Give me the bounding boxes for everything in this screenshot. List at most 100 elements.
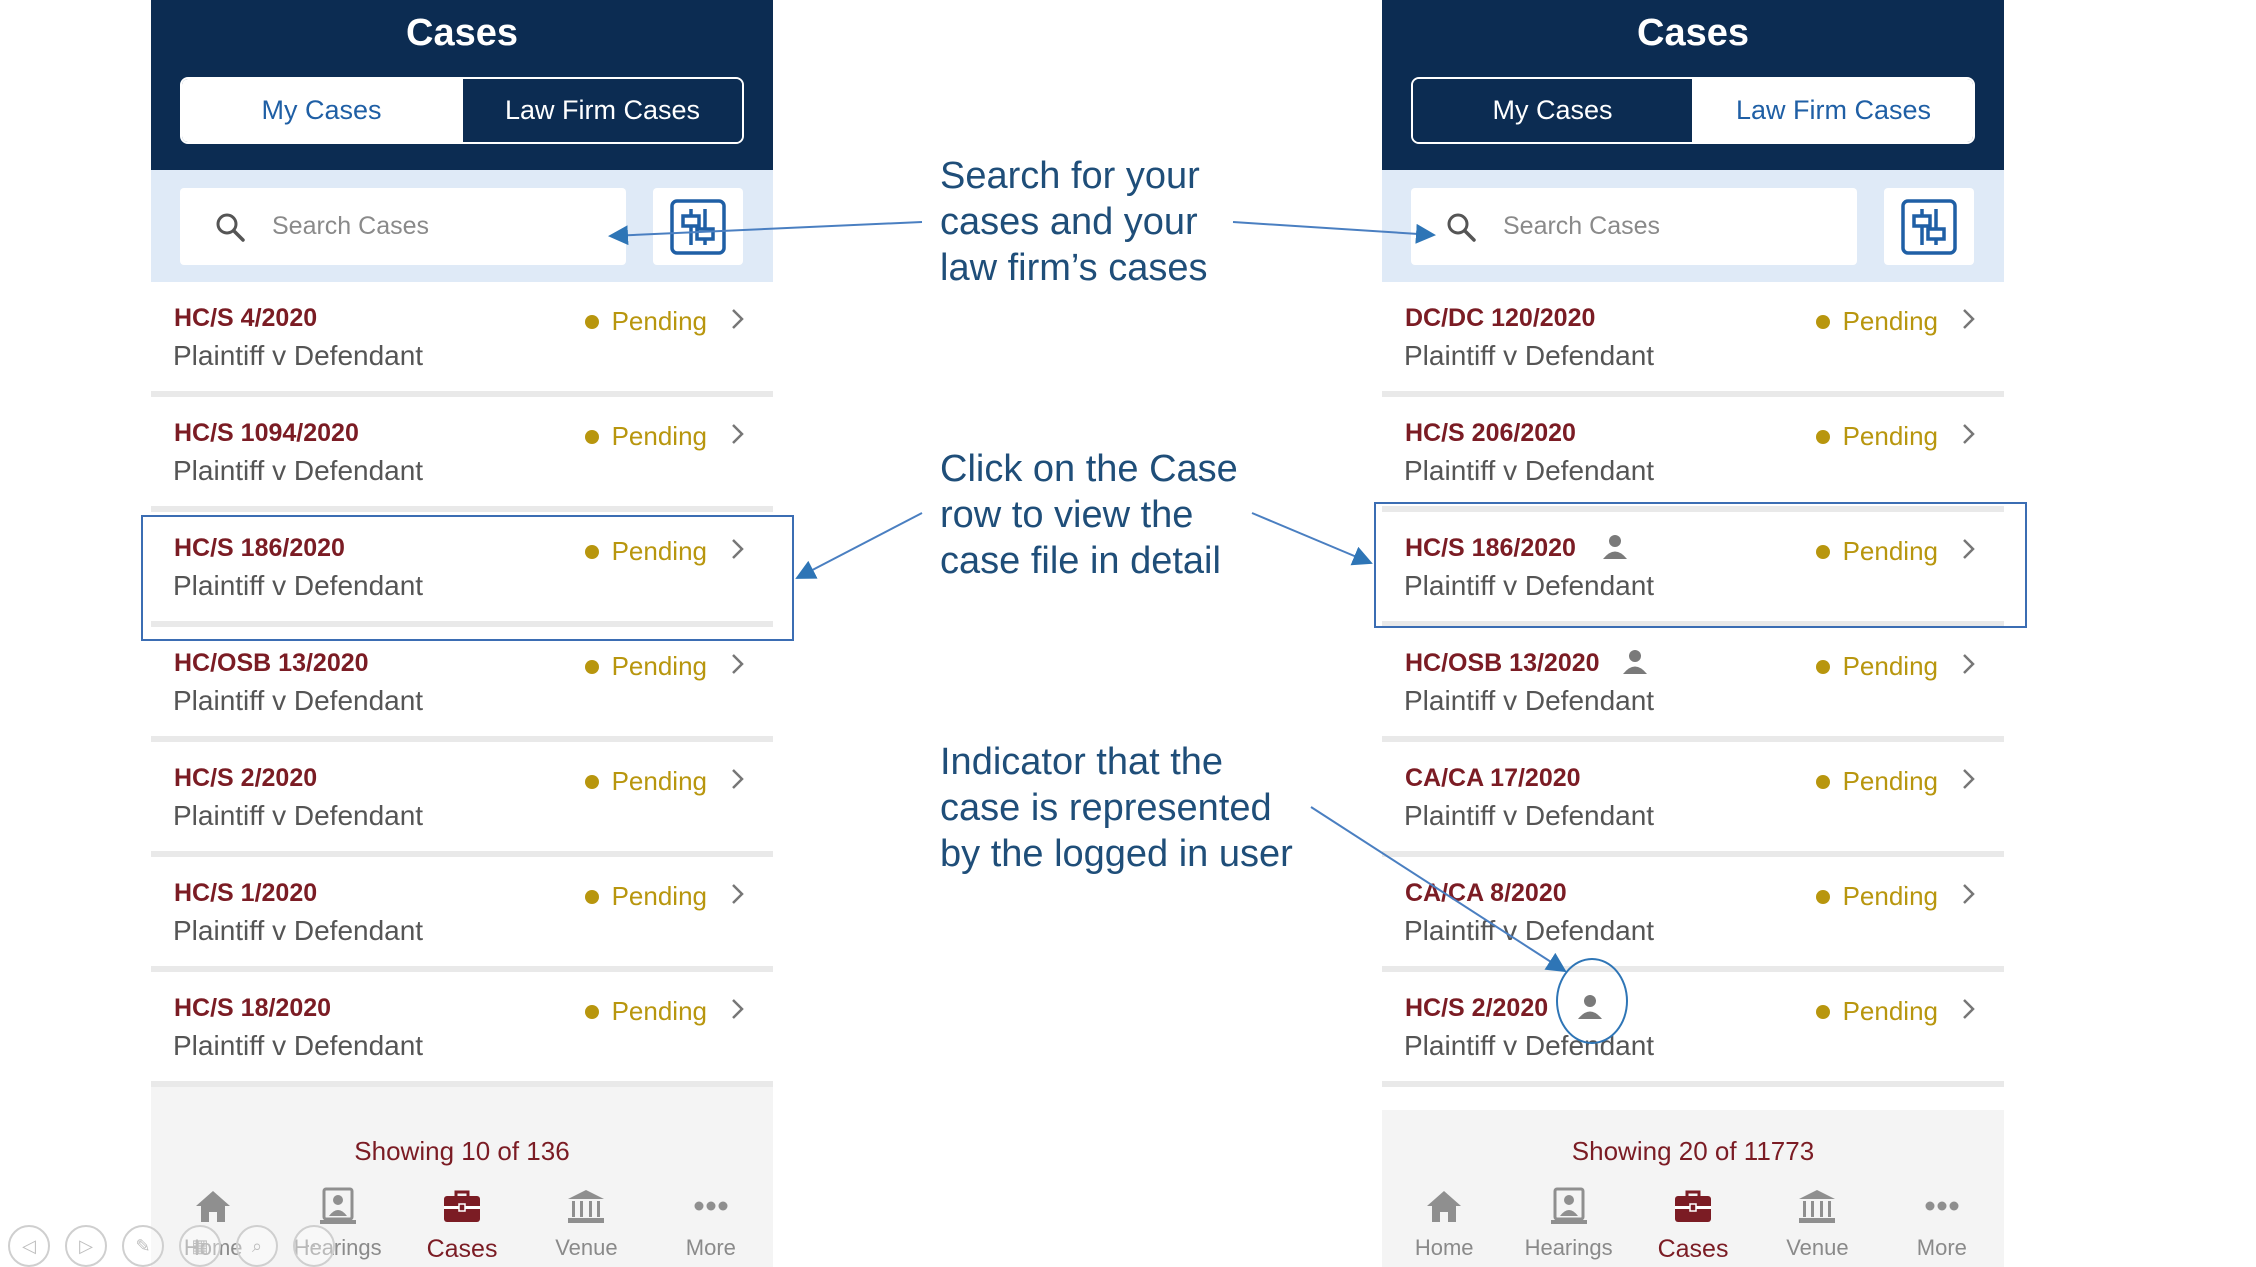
hearings-icon [1548,1186,1590,1231]
results-count: Showing 10 of 136 [354,1136,570,1166]
status-badge: Pending [1815,421,1938,452]
status-badge: Pending [1815,306,1938,337]
status-label: Pending [611,996,707,1026]
status-badge: Pending [584,651,707,682]
case-parties: Plaintiff v Defendant [173,800,424,831]
chevron-right-icon [1963,884,1975,904]
case-row[interactable]: HC/S 1094/2020 Plaintiff v Defendant Pendi… [151,397,773,512]
header: Cases My Cases Law Firm Cases [151,0,773,170]
header: Cases My Cases Law Firm Cases [1382,0,2004,170]
case-row[interactable]: HC/S 1/2020 Plaintiff v Defendant Pending [151,857,773,972]
search-input[interactable]: Search Cases [180,188,626,265]
annotation-click-row: Click on the Case row to view the case f… [940,448,1238,582]
filter-icon [1901,198,1957,255]
case-parties: Plaintiff v Defendant [173,915,424,946]
case-row[interactable]: HC/OSB 13/2020 Plaintiff v Defendant Pendi… [1382,627,2004,742]
status-badge: Pending [1815,996,1938,1027]
case-number: HC/S 18/2020 [174,994,332,1022]
case-row[interactable]: HC/OSB 13/2020 Plaintiff v Defendant Pendi… [151,627,773,742]
nav-tab-cases[interactable]: Cases [1631,1186,1755,1267]
status-label: Pending [1842,651,1938,681]
tab-my-cases[interactable]: My Cases [1413,79,1692,142]
nav-label: Venue [1786,1235,1849,1260]
case-list: DC/DC 120/2020 Plaintiff v Defendant Pendi… [1382,282,2004,1202]
nav-tab-more[interactable]: More [649,1186,773,1267]
previous-slide-button[interactable]: ◁ [8,1225,50,1267]
nav-tab-hearings[interactable]: Hearings [1506,1186,1630,1267]
arrow-to-right-row [1251,512,1373,566]
search-input[interactable]: Search Cases [1411,188,1857,265]
zoom-button[interactable]: ⌕ [236,1225,278,1267]
nav-tab-cases[interactable]: Cases [400,1186,524,1267]
status-label: Pending [1842,421,1938,451]
case-parties: Plaintiff v Defendant [173,1030,424,1061]
case-parties: Plaintiff v Defendant [173,685,424,716]
chevron-right-icon [1963,654,1975,674]
case-row[interactable]: DC/DC 120/2020 Plaintiff v Defendant Pendi… [1382,282,2004,397]
search-bar: Search Cases [1382,170,2004,282]
status-badge: Pending [1815,881,1938,912]
status-badge: Pending [584,766,707,797]
case-row[interactable]: HC/S 2/2020 Plaintiff v Defendant Pending [1382,972,2004,1087]
status-dot [1815,429,1830,444]
case-number: HC/OSB 13/2020 [174,649,369,677]
nav-tab-more[interactable]: More [1880,1186,2004,1267]
status-label: Pending [1842,881,1938,911]
status-dot [1815,1004,1830,1019]
tab-law-firm-cases[interactable]: Law Firm Cases [1692,79,1973,142]
more-options-button[interactable]: ⋯ [293,1225,335,1267]
highlight-right-row [1374,502,2027,628]
pen-button[interactable]: ✎ [122,1225,164,1267]
case-parties: Plaintiff v Defendant [173,455,424,486]
case-row[interactable]: HC/S 206/2020 Plaintiff v Defendant Pendin… [1382,397,2004,512]
status-dot [584,774,599,789]
status-dot [584,659,599,674]
venue-icon [565,1186,607,1231]
home-icon [1423,1186,1465,1231]
chevron-right-icon [1963,424,1975,444]
case-parties: Plaintiff v Defendant [1404,1030,1655,1061]
tab-my-cases[interactable]: My Cases [182,79,461,142]
briefcase-icon [441,1186,483,1231]
status-label: Pending [1842,306,1938,336]
slides-grid-button[interactable]: ▦ [179,1225,221,1267]
nav-tab-venue[interactable]: Venue [1755,1186,1879,1267]
status-label: Pending [611,421,707,451]
status-badge: Pending [584,996,707,1027]
status-label: Pending [611,651,707,681]
search-placeholder: Search Cases [272,212,430,240]
case-parties: Plaintiff v Defendant [1404,685,1655,716]
case-row[interactable]: HC/S 18/2020 Plaintiff v Defendant Pending [151,972,773,1087]
nav-tab-venue[interactable]: Venue [524,1186,648,1267]
case-number: HC/S 206/2020 [1405,419,1576,447]
next-slide-button[interactable]: ▷ [65,1225,107,1267]
nav-label: Cases [426,1235,498,1263]
filter-button[interactable] [653,188,743,265]
case-number: HC/S 4/2020 [174,304,318,332]
search-icon [1447,213,1476,242]
status-badge: Pending [584,421,707,452]
status-label: Pending [611,306,707,336]
filter-button[interactable] [1884,188,1974,265]
search-icon [216,213,245,242]
case-parties: Plaintiff v Defendant [1404,340,1655,371]
case-row[interactable]: CA/CA 17/2020 Plaintiff v Defendant Pendin… [1382,742,2004,857]
chevron-right-icon [1963,999,1975,1019]
chevron-right-icon [732,654,744,674]
annotation-indicator: Indicator that the case is represented b… [940,741,1293,875]
case-row[interactable]: HC/S 4/2020 Plaintiff v Defendant Pending [151,282,773,397]
nav-tab-home[interactable]: Home [1382,1186,1506,1267]
tab-law-firm-cases[interactable]: Law Firm Cases [461,79,742,142]
case-number: CA/CA 17/2020 [1405,764,1581,792]
case-number: HC/S 2/2020 [1405,994,1549,1022]
status-dot [584,429,599,444]
case-number: HC/S 1094/2020 [174,419,359,447]
case-row[interactable]: CA/CA 8/2020 Plaintiff v Defendant Pending [1382,857,2004,972]
case-row[interactable]: HC/S 2/2020 Plaintiff v Defendant Pending [151,742,773,857]
chevron-right-icon [732,424,744,444]
case-number: HC/S 2/2020 [174,764,318,792]
status-badge: Pending [584,306,707,337]
presentation-controls: ◁ ▷ ✎ ▦ ⌕ ⋯ [8,1225,350,1267]
arrow-to-left-row [795,512,923,579]
right-phone-screen: Cases My Cases Law Firm Cases Search Cas… [1382,0,2004,1267]
